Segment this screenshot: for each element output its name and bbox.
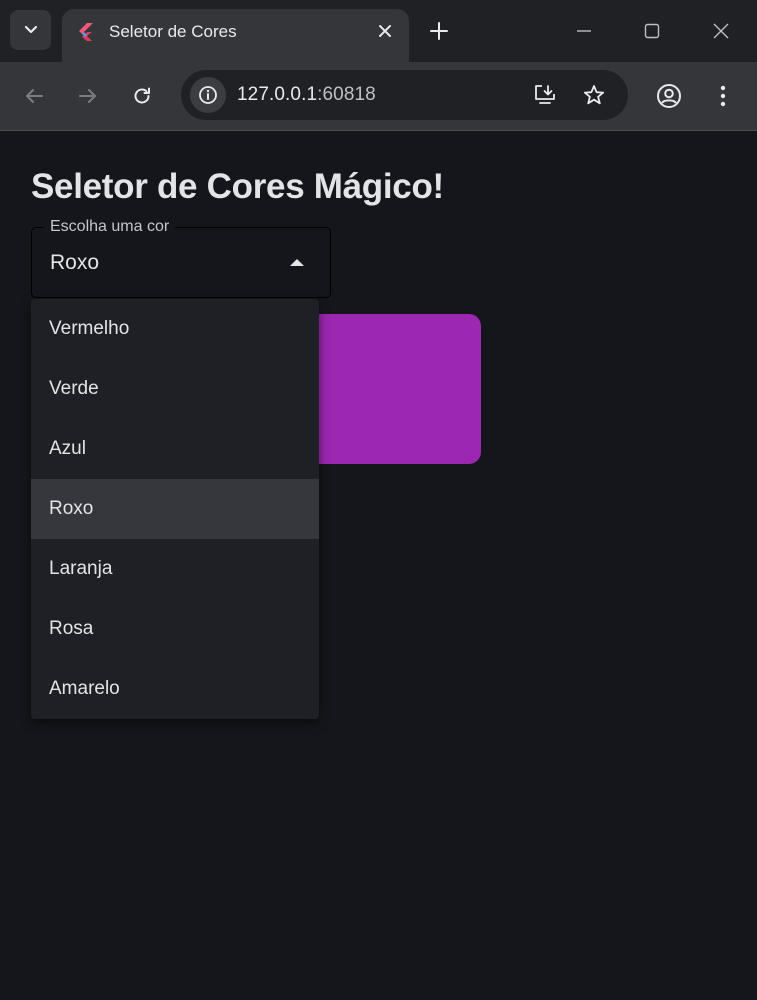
menu-item-laranja[interactable]: Laranja [31,539,319,599]
browser-toolbar: 127.0.0.1:60818 [0,62,757,130]
select-value: Roxo [50,251,100,274]
url-host: 127.0.0.1 [237,84,318,105]
profile-button[interactable] [652,79,686,113]
tab-strip: Seletor de Cores [0,0,757,62]
close-icon [713,23,729,39]
flutter-icon [79,23,93,41]
install-app-icon [535,85,555,104]
browser-menu-button[interactable] [706,79,740,113]
reload-button[interactable] [125,79,159,113]
window-close-button[interactable] [704,14,738,48]
site-info-button[interactable] [190,77,226,113]
menu-item-verde[interactable]: Verde [31,359,319,419]
minimize-icon [577,30,591,32]
browser-tab[interactable]: Seletor de Cores [62,9,409,62]
address-bar[interactable]: 127.0.0.1:60818 [181,70,628,120]
more-vert-icon [720,85,726,107]
page-content: Seletor de Cores Mágico! Escolha uma cor… [0,131,757,1000]
caret-up-icon[interactable] [290,259,304,266]
info-icon [199,86,217,104]
close-icon[interactable] [375,21,395,41]
maximize-button[interactable] [635,14,669,48]
menu-item-vermelho[interactable]: Vermelho [31,299,319,359]
maximize-icon [644,23,660,39]
tab-search-button[interactable] [10,10,51,50]
url-port: :60818 [317,84,376,105]
arrow-left-icon [26,89,43,103]
url-text: 127.0.0.1:60818 [237,84,376,106]
menu-item-roxo[interactable]: Roxo [31,479,319,539]
star-icon [583,85,605,105]
menu-item-azul[interactable]: Azul [31,419,319,479]
plus-icon [430,22,448,40]
arrow-right-icon [79,89,96,103]
menu-item-rosa[interactable]: Rosa [31,599,319,659]
back-button[interactable] [17,79,51,113]
page-title: Seletor de Cores Mágico! [31,167,444,206]
chevron-down-icon [24,25,37,34]
account-icon [657,84,681,108]
new-tab-button[interactable] [424,16,454,46]
menu-item-amarelo[interactable]: Amarelo [31,659,319,719]
install-app-button[interactable] [530,80,560,110]
forward-button[interactable] [71,79,105,113]
color-select[interactable]: Escolha uma cor Roxo [31,217,331,298]
minimize-button[interactable] [567,14,601,48]
reload-icon [134,87,150,104]
bookmark-button[interactable] [579,80,609,110]
color-dropdown-menu: Vermelho Verde Azul Roxo Laranja Rosa Amarelo [31,299,319,719]
tab-title: Seletor de Cores [109,22,237,41]
select-label: Escolha uma cor [44,217,176,237]
